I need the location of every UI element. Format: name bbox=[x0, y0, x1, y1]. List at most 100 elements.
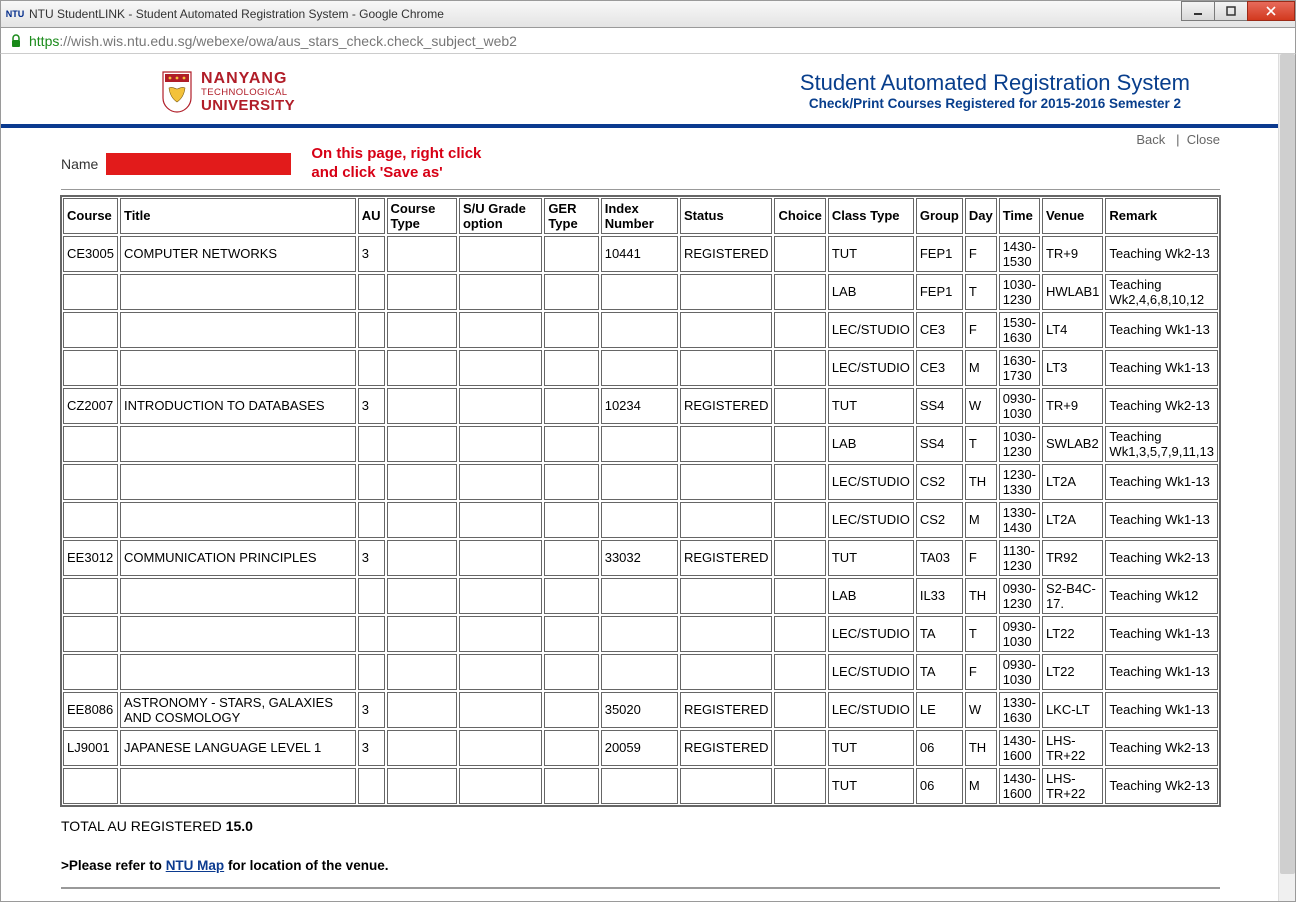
ntu-map-link[interactable]: NTU Map bbox=[166, 858, 225, 873]
name-row: Name On this page, right click and click… bbox=[61, 145, 1220, 183]
col-header: Venue bbox=[1042, 198, 1103, 234]
col-header: Class Type bbox=[828, 198, 914, 234]
cell-status bbox=[680, 350, 773, 386]
cell-au: 3 bbox=[358, 692, 385, 728]
cell-au bbox=[358, 274, 385, 310]
cell-status: REGISTERED bbox=[680, 540, 773, 576]
cell-su bbox=[459, 540, 542, 576]
window-titlebar: NTU NTU StudentLINK - Student Automated … bbox=[0, 0, 1296, 28]
cell-ger bbox=[544, 502, 598, 538]
cell-class: LEC/STUDIO bbox=[828, 616, 914, 652]
cell-choice bbox=[774, 730, 825, 766]
cell-time: 1430-1530 bbox=[999, 236, 1040, 272]
cell-day: F bbox=[965, 654, 997, 690]
cell-ctype bbox=[387, 578, 457, 614]
cell-class: TUT bbox=[828, 730, 914, 766]
cell-class: LAB bbox=[828, 578, 914, 614]
cell-title bbox=[120, 768, 356, 804]
cell-status bbox=[680, 502, 773, 538]
cell-remark: Teaching Wk1-13 bbox=[1105, 502, 1218, 538]
cell-ctype bbox=[387, 464, 457, 500]
cell-ctype bbox=[387, 692, 457, 728]
cell-group: CS2 bbox=[916, 502, 963, 538]
cell-time: 1430-1600 bbox=[999, 768, 1040, 804]
cell-time: 1030-1230 bbox=[999, 274, 1040, 310]
scrollbar-thumb[interactable] bbox=[1280, 54, 1295, 874]
cell-day: T bbox=[965, 426, 997, 462]
cell-remark: Teaching Wk1-13 bbox=[1105, 654, 1218, 690]
cell-venue: TR+9 bbox=[1042, 388, 1103, 424]
url-rest: ://wish.wis.ntu.edu.sg/webexe/owa/aus_st… bbox=[59, 33, 517, 49]
footer-prefix: >Please refer to bbox=[61, 858, 166, 873]
cell-title bbox=[120, 274, 356, 310]
cell-index: 33032 bbox=[601, 540, 678, 576]
minimize-button[interactable] bbox=[1181, 1, 1215, 21]
close-button[interactable] bbox=[1247, 1, 1295, 21]
cell-group: TA bbox=[916, 654, 963, 690]
cell-class: LEC/STUDIO bbox=[828, 692, 914, 728]
cell-su bbox=[459, 692, 542, 728]
cell-ger bbox=[544, 274, 598, 310]
cell-au bbox=[358, 654, 385, 690]
col-header: Remark bbox=[1105, 198, 1218, 234]
footer-divider bbox=[61, 887, 1220, 889]
cell-remark: TeachingWk2,4,6,8,10,12 bbox=[1105, 274, 1218, 310]
cell-venue: LT3 bbox=[1042, 350, 1103, 386]
table-row: LEC/STUDIOCS2M1330-1430LT2ATeaching Wk1-… bbox=[63, 502, 1218, 538]
courses-table: CourseTitleAUCourse TypeS/U Grade option… bbox=[61, 196, 1220, 806]
close-link[interactable]: Close bbox=[1187, 132, 1220, 147]
cell-remark: Teaching Wk1-13 bbox=[1105, 616, 1218, 652]
cell-ctype bbox=[387, 236, 457, 272]
col-header: Group bbox=[916, 198, 963, 234]
col-header: GER Type bbox=[544, 198, 598, 234]
cell-index bbox=[601, 502, 678, 538]
cell-group: FEP1 bbox=[916, 274, 963, 310]
lock-icon bbox=[9, 34, 23, 48]
col-header: Title bbox=[120, 198, 356, 234]
cell-title bbox=[120, 426, 356, 462]
cell-index bbox=[601, 312, 678, 348]
maximize-button[interactable] bbox=[1214, 1, 1248, 21]
cell-au: 3 bbox=[358, 730, 385, 766]
cell-time: 0930-1030 bbox=[999, 388, 1040, 424]
cell-au: 3 bbox=[358, 388, 385, 424]
cell-course: CE3005 bbox=[63, 236, 118, 272]
cell-time: 0930-1030 bbox=[999, 616, 1040, 652]
cell-su bbox=[459, 274, 542, 310]
cell-su bbox=[459, 502, 542, 538]
cell-au bbox=[358, 350, 385, 386]
cell-remark: Teaching Wk2-13 bbox=[1105, 236, 1218, 272]
cell-index bbox=[601, 768, 678, 804]
cell-title: COMPUTER NETWORKS bbox=[120, 236, 356, 272]
address-bar[interactable]: https://wish.wis.ntu.edu.sg/webexe/owa/a… bbox=[0, 28, 1296, 54]
cell-ctype bbox=[387, 388, 457, 424]
cell-group: 06 bbox=[916, 730, 963, 766]
cell-ger bbox=[544, 236, 598, 272]
cell-course bbox=[63, 616, 118, 652]
table-row: LEC/STUDIOTAF0930-1030LT22Teaching Wk1-1… bbox=[63, 654, 1218, 690]
back-link[interactable]: Back bbox=[1136, 132, 1165, 147]
cell-ctype bbox=[387, 616, 457, 652]
cell-remark: Teaching Wk1-13 bbox=[1105, 692, 1218, 728]
vertical-scrollbar[interactable] bbox=[1278, 54, 1295, 901]
cell-remark: Teaching Wk12 bbox=[1105, 578, 1218, 614]
cell-group: LE bbox=[916, 692, 963, 728]
cell-index: 35020 bbox=[601, 692, 678, 728]
cell-course: LJ9001 bbox=[63, 730, 118, 766]
col-header: Time bbox=[999, 198, 1040, 234]
cell-index: 20059 bbox=[601, 730, 678, 766]
table-row: LEC/STUDIOTAT0930-1030LT22Teaching Wk1-1… bbox=[63, 616, 1218, 652]
cell-remark: Teaching Wk2-13 bbox=[1105, 540, 1218, 576]
page-header: NANYANG TECHNOLOGICAL UNIVERSITY Student… bbox=[61, 70, 1220, 114]
cell-choice bbox=[774, 274, 825, 310]
cell-venue: LKC-LT bbox=[1042, 692, 1103, 728]
cell-venue: LHS-TR+22 bbox=[1042, 730, 1103, 766]
cell-time: 1130-1230 bbox=[999, 540, 1040, 576]
cell-status bbox=[680, 768, 773, 804]
cell-ger bbox=[544, 426, 598, 462]
cell-time: 1230-1330 bbox=[999, 464, 1040, 500]
cell-course bbox=[63, 350, 118, 386]
university-logo: NANYANG TECHNOLOGICAL UNIVERSITY bbox=[161, 70, 295, 114]
logo-line2: TECHNOLOGICAL bbox=[201, 88, 295, 98]
cell-group: 06 bbox=[916, 768, 963, 804]
